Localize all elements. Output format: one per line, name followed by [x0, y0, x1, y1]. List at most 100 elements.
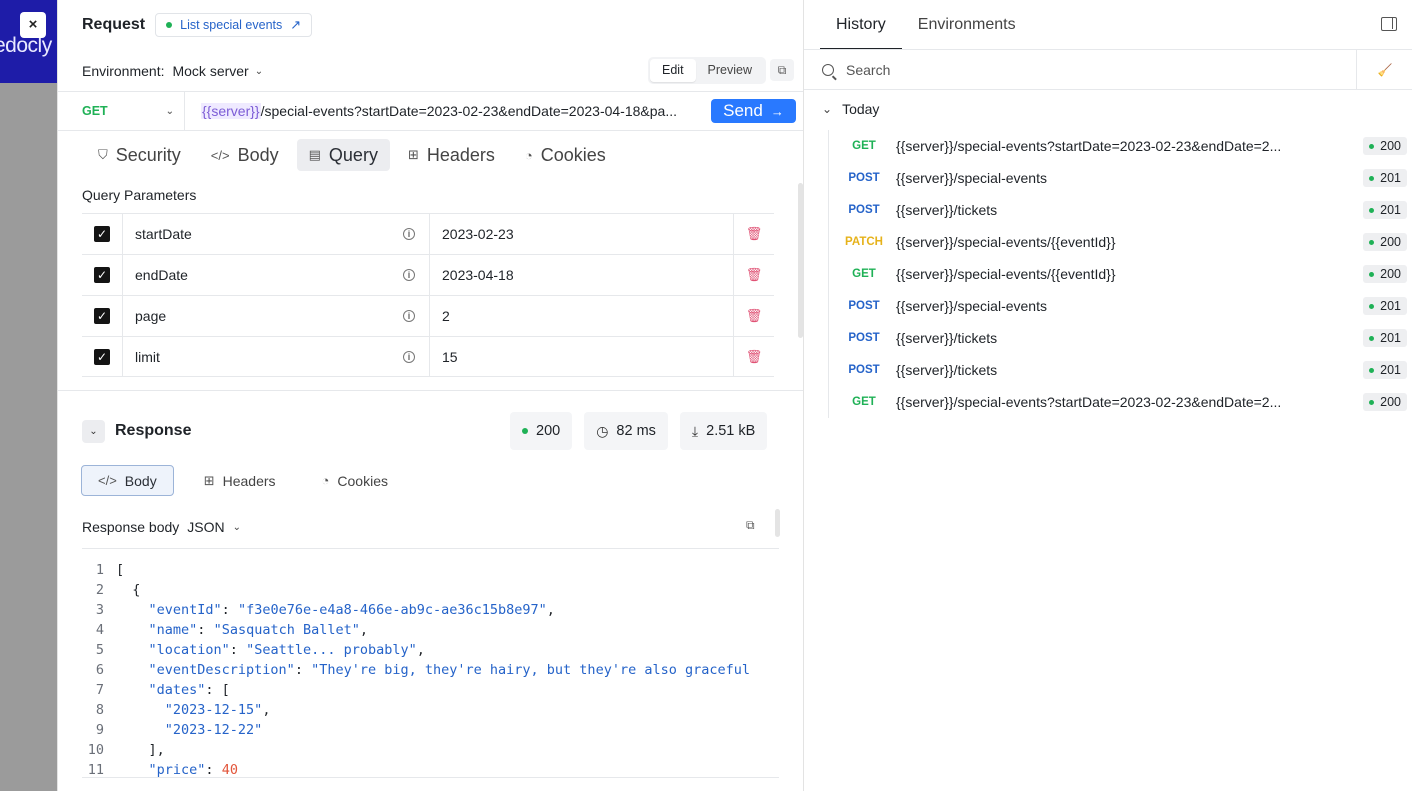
search-input[interactable]	[846, 61, 1326, 78]
tab-response-body[interactable]: </> Body	[81, 465, 174, 496]
history-method: POST	[848, 332, 880, 344]
preview-button[interactable]: Preview	[696, 59, 764, 82]
history-item[interactable]: POST {{server}}/tickets 201	[832, 354, 1407, 386]
history-item[interactable]: GET {{server}}/special-events/{{eventId}}…	[832, 258, 1407, 290]
status-badge: 200	[1363, 265, 1407, 283]
history-item[interactable]: POST {{server}}/tickets 201	[832, 322, 1407, 354]
param-checkbox[interactable]: ✓	[94, 348, 110, 365]
code-line: 9 "2023-12-22"	[82, 720, 779, 740]
status-badge: 201	[1363, 201, 1407, 219]
info-icon[interactable]: i	[403, 350, 415, 363]
trash-icon[interactable]: 🗑	[734, 296, 774, 336]
code-token: ,	[262, 702, 271, 718]
param-name-cell[interactable]: endDate i	[123, 255, 430, 295]
param-name-cell[interactable]: startDate i	[123, 214, 430, 254]
info-icon[interactable]: i	[403, 269, 415, 281]
copy-icon[interactable]: ⧉	[770, 59, 794, 81]
tab-security[interactable]: ⛉ Security	[86, 139, 193, 171]
param-name-cell[interactable]: page i	[123, 296, 430, 336]
status-dot-icon	[1369, 271, 1375, 277]
edit-button[interactable]: Edit	[650, 59, 696, 82]
history-method: POST	[848, 300, 880, 312]
param-checkbox[interactable]: ✓	[94, 267, 110, 283]
history-item[interactable]: GET {{server}}/special-events?startDate=2…	[832, 130, 1407, 162]
trash-icon[interactable]: 🗑	[734, 337, 774, 376]
copy-icon[interactable]: ⧉	[746, 518, 755, 533]
param-value-input[interactable]: 2023-04-18	[430, 255, 734, 295]
chevron-down-icon[interactable]: ⌄	[82, 419, 105, 443]
history-url: {{server}}/special-events	[896, 298, 1047, 314]
tab-history[interactable]: History	[820, 0, 902, 50]
send-button[interactable]: Send →	[711, 99, 796, 123]
code-line: 1[	[82, 560, 779, 580]
tab-headers[interactable]: ⊞ Headers	[396, 139, 507, 171]
response-scrollbar[interactable]	[775, 509, 780, 537]
param-checkbox[interactable]: ✓	[94, 308, 110, 324]
history-method: POST	[848, 364, 880, 376]
param-name-cell[interactable]: limit i	[123, 337, 430, 376]
response-code-viewer[interactable]: 1[2 {3 "eventId": "f3e0e76e-e4a8-466e-ab…	[82, 560, 779, 778]
environment-value: Mock server	[172, 63, 249, 79]
tab-label: Headers	[426, 144, 495, 165]
tab-label: Query	[328, 144, 378, 165]
code-token: "location"	[148, 642, 230, 658]
history-method: PATCH	[845, 236, 883, 248]
history-list: GET {{server}}/special-events?startDate=2…	[832, 130, 1407, 418]
tab-cookies[interactable]: ◔ Cookies	[513, 139, 618, 171]
param-value-input[interactable]: 2023-02-23	[430, 214, 734, 254]
status-badge: 201	[1363, 329, 1407, 347]
broom-icon[interactable]: 🧹	[1356, 50, 1412, 90]
response-time: 82 ms	[616, 423, 656, 439]
url-input[interactable]: {{server}}/special-events?startDate=2023…	[185, 103, 711, 119]
history-item[interactable]: POST {{server}}/special-events 201	[832, 162, 1407, 194]
code-token: :	[294, 662, 312, 678]
format-select[interactable]: JSON ⌄	[187, 519, 241, 535]
history-item[interactable]: GET {{server}}/special-events?startDate=2…	[832, 386, 1407, 418]
history-item[interactable]: POST {{server}}/special-events 201	[832, 290, 1407, 322]
chevron-down-icon: ⌄	[165, 105, 174, 117]
tab-body[interactable]: </> Body	[199, 139, 291, 171]
section-divider	[58, 390, 804, 391]
size-badge: ⤓ 2.51 kB	[679, 412, 768, 450]
history-method: GET	[852, 268, 876, 280]
table-icon: ⊞	[407, 147, 419, 162]
request-tabs: ⛉ Security </> Body ▤ Query ⊞ Headers ◔ …	[86, 139, 618, 171]
tab-response-headers[interactable]: ⊞ Headers	[188, 465, 292, 496]
history-method: GET	[852, 396, 876, 408]
line-number: 10	[87, 742, 104, 758]
panel-layout-icon[interactable]	[1381, 17, 1397, 31]
environment-select[interactable]: Mock server ⌄	[172, 63, 263, 79]
operation-chip[interactable]: List special events ↗	[155, 13, 313, 37]
request-panel: Request List special events ↗ Environmen…	[57, 0, 804, 791]
tab-label: Headers	[222, 472, 276, 489]
group-label: Today	[842, 101, 880, 117]
history-item[interactable]: POST {{server}}/tickets 201	[832, 194, 1407, 226]
close-button[interactable]: ×	[20, 12, 46, 38]
param-value-input[interactable]: 15	[430, 337, 734, 376]
history-item[interactable]: PATCH {{server}}/special-events/{{eventId…	[832, 226, 1407, 258]
param-value-input[interactable]: 2	[430, 296, 734, 336]
table-row: ✓ endDate i 2023-04-18 🗑	[82, 254, 774, 295]
tab-query[interactable]: ▤ Query	[296, 139, 390, 171]
param-checkbox[interactable]: ✓	[94, 226, 110, 242]
url-path: /special-events?startDate=2023-02-23&end…	[260, 103, 677, 119]
tab-response-cookies[interactable]: ◔ Cookies	[306, 465, 404, 496]
trash-icon[interactable]: 🗑	[734, 255, 774, 295]
status-dot-icon	[1369, 335, 1375, 341]
time-badge: ◷ 82 ms	[584, 412, 668, 450]
info-icon[interactable]: i	[403, 310, 415, 322]
method-select[interactable]: GET ⌄	[58, 92, 185, 130]
status-code: 201	[1380, 331, 1401, 345]
tab-environments[interactable]: Environments	[902, 0, 1032, 50]
status-code: 200	[536, 423, 561, 439]
info-icon[interactable]: i	[403, 228, 415, 240]
query-icon: ▤	[308, 147, 321, 162]
url-variable: {{server}}	[201, 103, 261, 119]
table-row: ✓ startDate i 2023-02-23 🗑	[82, 213, 774, 254]
trash-icon[interactable]: 🗑	[734, 214, 774, 254]
status-badge: 200	[1363, 393, 1407, 411]
history-group-today[interactable]: ⌄ Today	[822, 101, 879, 117]
